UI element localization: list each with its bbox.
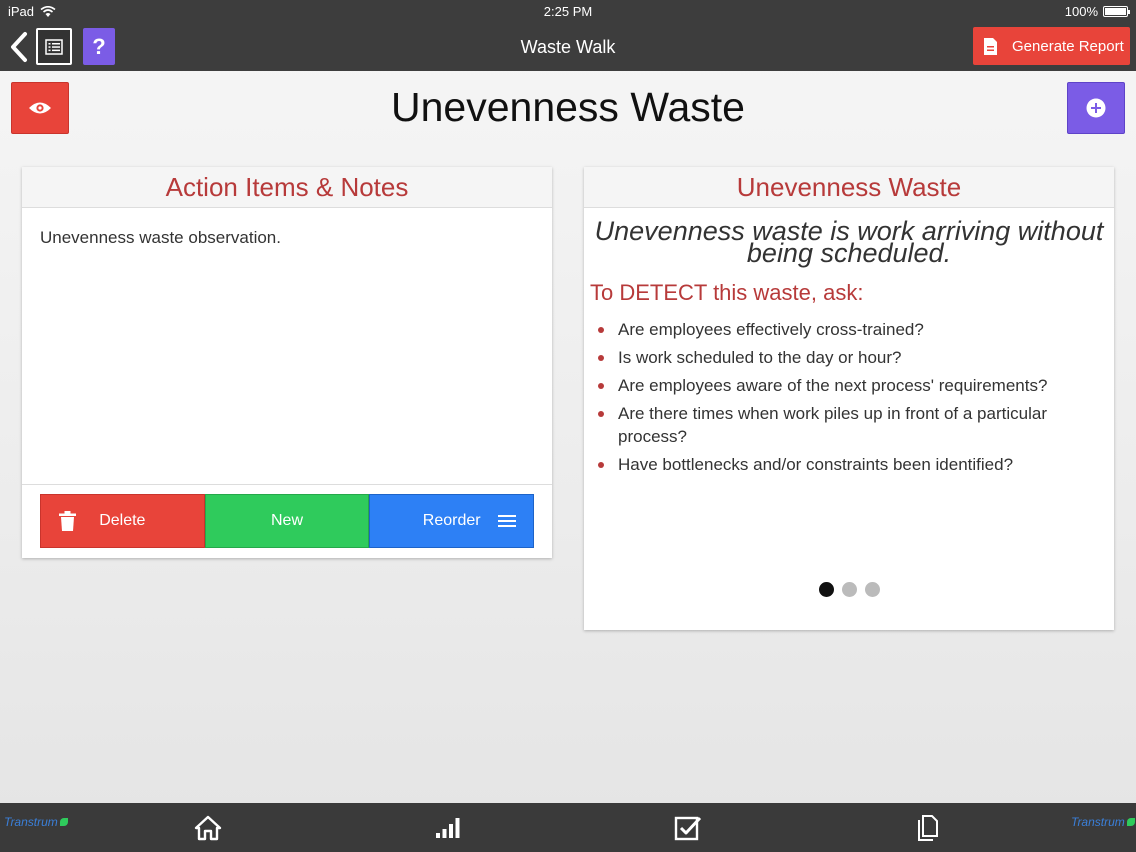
tab-home[interactable] <box>193 813 223 843</box>
add-button[interactable] <box>1067 82 1125 134</box>
detect-heading: To DETECT this waste, ask: <box>590 280 864 305</box>
brand-text: Transtrum <box>1071 815 1125 829</box>
leaf-icon <box>59 818 68 826</box>
list-item: Have bottlenecks and/or constraints been… <box>596 453 1084 476</box>
leaf-icon <box>1126 818 1135 826</box>
waste-info-card: Unevenness Waste Unevenness waste is wor… <box>584 167 1114 630</box>
delete-button[interactable]: Delete <box>40 494 205 548</box>
new-button[interactable]: New <box>204 494 370 548</box>
documents-icon <box>918 815 938 841</box>
generate-report-label: Generate Report <box>1012 37 1124 55</box>
battery-icon <box>1103 6 1130 17</box>
reorder-button[interactable]: Reorder <box>369 494 535 548</box>
tab-tasks[interactable] <box>673 813 703 843</box>
plus-circle-icon <box>1086 98 1106 118</box>
clock: 2:25 PM <box>543 4 593 19</box>
note-text-area[interactable]: Unevenness waste observation. <box>22 208 552 484</box>
menu-lines-icon <box>498 515 517 527</box>
list-item: Are there times when work piles up in fr… <box>596 402 1084 448</box>
navigation-bar: ? Waste Walk Generate Report <box>0 24 1136 71</box>
page-dot-2[interactable] <box>841 582 857 597</box>
brand-logo-right: Transtrum <box>1071 815 1135 829</box>
waste-info-header: Unevenness Waste <box>584 167 1114 208</box>
list-item: Are employees effectively cross-trained? <box>596 318 1084 341</box>
question-list: Are employees effectively cross-trained?… <box>596 318 1114 476</box>
action-items-card: Action Items & Notes Unevenness waste ob… <box>22 167 552 558</box>
page-dot-3[interactable] <box>864 582 880 597</box>
page-title: Unevenness Waste <box>391 84 745 130</box>
signal-bars-icon <box>436 818 460 838</box>
action-items-header: Action Items & Notes <box>22 167 552 208</box>
checkbox-icon <box>674 816 702 841</box>
brand-logo-left: Transtrum <box>4 815 68 829</box>
delete-label: Delete <box>99 512 146 529</box>
list-item: Is work scheduled to the day or hour? <box>596 346 1084 369</box>
new-label: New <box>271 512 304 529</box>
tab-stats[interactable] <box>433 813 463 843</box>
generate-report-button[interactable]: Generate Report <box>973 27 1130 65</box>
status-bar: iPad 2:25 PM 100% <box>0 0 1136 24</box>
reorder-label: Reorder <box>422 512 481 529</box>
tab-bar: Transtrum Transtrum <box>0 803 1136 852</box>
list-item: Are employees aware of the next process'… <box>596 374 1084 397</box>
document-icon <box>984 37 997 55</box>
nav-title: Waste Walk <box>520 37 616 57</box>
page-dot-1[interactable] <box>818 582 834 597</box>
waste-definition: Unevenness waste is work arriving withou… <box>594 216 1104 268</box>
page-indicator[interactable] <box>584 582 1114 597</box>
trash-icon <box>59 511 76 531</box>
tab-documents[interactable] <box>913 813 943 843</box>
brand-text: Transtrum <box>4 815 58 829</box>
home-icon <box>194 815 222 841</box>
notes-button-bar: Delete New Reorder <box>22 484 552 558</box>
battery-percent: 100% <box>1064 4 1098 19</box>
